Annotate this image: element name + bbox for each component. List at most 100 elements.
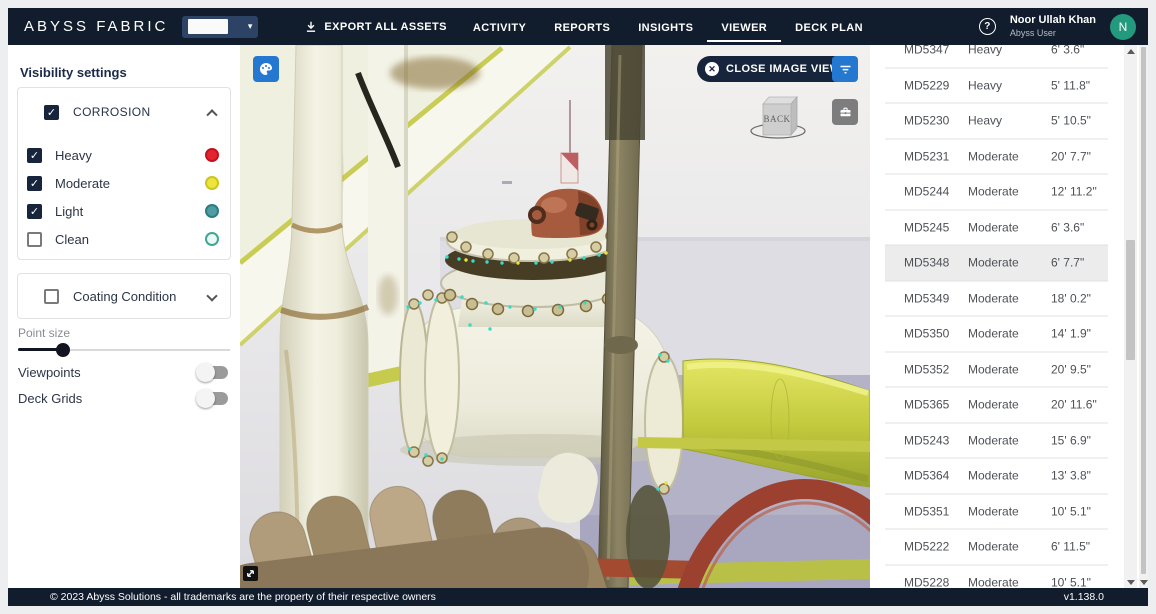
image-viewer[interactable]: ✕ CLOSE IMAGE VIEW BACK [240, 45, 870, 588]
asset-selector-value [188, 19, 228, 34]
moderate-checkbox[interactable]: ✓ [27, 176, 42, 191]
close-image-view-button[interactable]: ✕ CLOSE IMAGE VIEW [697, 56, 855, 82]
table-row[interactable]: MD5347Heavy6' 3.6" [885, 45, 1108, 68]
coating-checkbox[interactable] [44, 289, 59, 304]
chevron-up-icon[interactable] [206, 109, 217, 120]
table-row[interactable]: MD5364Moderate13' 3.8" [885, 459, 1108, 495]
expand-button[interactable] [243, 566, 258, 581]
cell-severity: Heavy [968, 45, 1002, 57]
cell-severity: Moderate [968, 398, 1019, 412]
light-checkbox[interactable]: ✓ [27, 204, 42, 219]
palette-button[interactable] [253, 56, 279, 82]
cell-severity: Moderate [968, 185, 1019, 199]
cell-length: 13' 3.8" [1051, 469, 1091, 483]
cell-severity: Moderate [968, 362, 1019, 376]
close-image-view-label: CLOSE IMAGE VIEW [726, 63, 841, 75]
table-row[interactable]: MD5245 Moderate 6' 3.6" [885, 210, 1108, 246]
nav-tab-reports[interactable]: REPORTS [540, 11, 624, 42]
chevron-down-icon[interactable] [206, 290, 217, 301]
corrosion-label: CORROSION [73, 105, 151, 119]
cell-length: 20' 7.7" [1051, 149, 1091, 163]
cell-id: MD5245 [904, 220, 949, 234]
avatar[interactable]: N [1110, 14, 1136, 40]
cell-id: MD5352 [904, 362, 949, 376]
cell-severity: Moderate [968, 540, 1019, 554]
scrollbar-thumb[interactable] [1126, 240, 1135, 360]
view-cube[interactable]: BACK [748, 87, 808, 147]
nav-tab-insights[interactable]: INSIGHTS [624, 11, 707, 42]
severity-label: Moderate [55, 176, 110, 191]
table-row[interactable]: MD5350Moderate14' 1.9" [885, 317, 1108, 353]
cell-id: MD5244 [904, 185, 949, 199]
svg-text:BACK: BACK [763, 114, 790, 124]
scroll-up-icon[interactable] [1124, 45, 1137, 57]
coating-card: Coating Condition [17, 273, 231, 319]
nav-tab-viewer[interactable]: VIEWER [707, 11, 781, 42]
page-scrollbar[interactable] [1139, 45, 1148, 588]
table-row[interactable]: MD5349Moderate18' 0.2" [885, 281, 1108, 317]
export-all-assets-button[interactable]: EXPORT ALL ASSETS [304, 20, 447, 34]
coating-row: Coating Condition [18, 274, 230, 318]
corrosion-table: MD5347Heavy6' 3.6"MD5229Heavy5' 11.8"MD5… [885, 45, 1108, 588]
copyright-text: © 2023 Abyss Solutions - all trademarks … [50, 591, 436, 603]
heavy-checkbox[interactable]: ✓ [27, 148, 42, 163]
slider-thumb[interactable] [56, 343, 70, 357]
table-row[interactable]: MD5352Moderate20' 9.5" [885, 352, 1108, 388]
toggle-knob [196, 389, 215, 408]
table-row[interactable]: MD5243Moderate15' 6.9" [885, 423, 1108, 459]
table-row[interactable]: MD5365Moderate20' 11.6" [885, 388, 1108, 424]
corrosion-card: ✓ CORROSION ✓Heavy✓Moderate✓LightClean [17, 87, 231, 260]
table-row[interactable]: MD5228Moderate10' 5.1" [885, 565, 1108, 588]
table-row[interactable]: MD5231Moderate20' 7.7" [885, 139, 1108, 175]
cell-severity: Moderate [968, 256, 1019, 270]
scrollbar-thumb[interactable] [1141, 47, 1146, 574]
clean-checkbox[interactable] [27, 232, 42, 247]
expand-icon [245, 568, 256, 579]
table-row[interactable]: MD5348Moderate6' 7.7" [885, 246, 1108, 282]
cell-id: MD5230 [904, 114, 949, 128]
navbar-right: ? Noor Ullah Khan Abyss User N [979, 14, 1136, 40]
cell-id: MD5228 [904, 575, 949, 588]
cell-id: MD5229 [904, 78, 949, 92]
cell-severity: Moderate [968, 220, 1019, 234]
toolbox-button[interactable] [832, 99, 858, 125]
table-row[interactable]: MD5244Moderate12' 11.2" [885, 175, 1108, 211]
export-all-assets-label: EXPORT ALL ASSETS [324, 21, 447, 33]
top-navbar: ABYSS FABRIC ▾ EXPORT ALL ASSETS ACTIVIT… [8, 8, 1148, 45]
cell-id: MD5348 [904, 256, 949, 270]
cell-length: 6' 3.6" [1051, 45, 1084, 57]
brand-logo[interactable]: ABYSS FABRIC [24, 18, 168, 35]
cell-id: MD5351 [904, 504, 949, 518]
asset-selector-dropdown[interactable]: ▾ [182, 16, 258, 38]
cell-length: 14' 1.9" [1051, 327, 1091, 341]
table-row[interactable]: MD5229Heavy5' 11.8" [885, 68, 1108, 104]
light-color-dot [205, 204, 219, 218]
table-scrollbar[interactable] [1124, 45, 1137, 588]
deck-grids-toggle[interactable] [198, 392, 228, 405]
corrosion-header: ✓ CORROSION [18, 100, 230, 124]
scroll-down-icon[interactable] [1124, 576, 1137, 588]
point-size-label: Point size [18, 326, 70, 340]
table-row[interactable]: MD5222Moderate6' 11.5" [885, 530, 1108, 566]
footer-bar: © 2023 Abyss Solutions - all trademarks … [8, 588, 1148, 606]
nav-tab-deck-plan[interactable]: DECK PLAN [781, 11, 877, 42]
cell-length: 5' 10.5" [1051, 114, 1091, 128]
table-row[interactable]: MD5230Heavy5' 10.5" [885, 104, 1108, 140]
cell-id: MD5243 [904, 433, 949, 447]
toolbox-icon [838, 105, 853, 120]
deck-grids-row: Deck Grids [18, 388, 228, 408]
cell-severity: Moderate [968, 291, 1019, 305]
corrosion-checkbox[interactable]: ✓ [44, 105, 59, 120]
severity-label: Clean [55, 232, 89, 247]
point-size-slider[interactable] [18, 343, 230, 357]
table-row[interactable]: MD5351Moderate10' 5.1" [885, 494, 1108, 530]
viewpoints-toggle[interactable] [198, 366, 228, 379]
nav-tab-activity[interactable]: ACTIVITY [459, 11, 540, 42]
close-icon: ✕ [705, 62, 719, 76]
cell-severity: Heavy [968, 78, 1002, 92]
filter-button[interactable] [832, 56, 858, 82]
help-icon[interactable]: ? [979, 18, 996, 35]
palette-icon [258, 61, 274, 77]
scroll-down-icon[interactable] [1139, 576, 1148, 588]
cell-length: 6' 3.6" [1051, 220, 1084, 234]
